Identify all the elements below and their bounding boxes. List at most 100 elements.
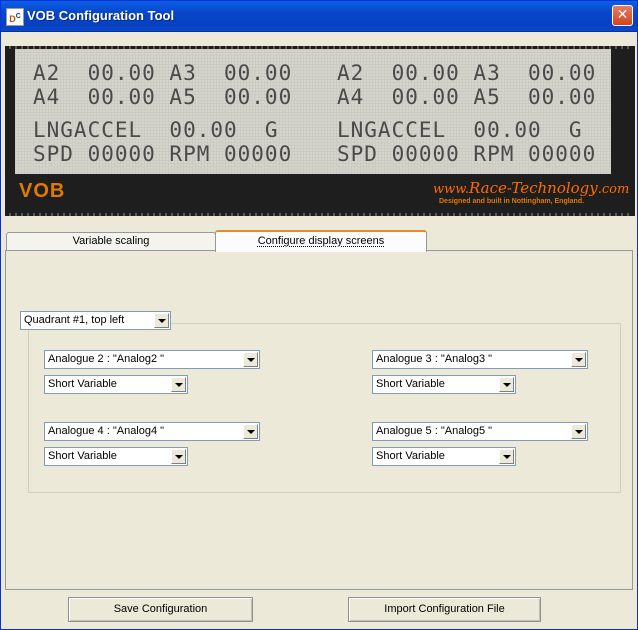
- frame-perforation: [603, 46, 605, 49]
- frame-perforation: [9, 213, 11, 216]
- chevron-down-icon[interactable]: [154, 313, 169, 328]
- frame-perforation: [357, 213, 359, 216]
- frame-perforation: [393, 213, 395, 216]
- frame-perforation: [483, 213, 485, 216]
- frame-perforation: [387, 46, 389, 49]
- lcd-line-4-right: SPD 00000 RPM 00000: [337, 142, 597, 166]
- format-select-slot-2-value: Short Variable: [376, 378, 445, 390]
- frame-perforation: [315, 213, 317, 216]
- frame-perforation: [573, 213, 575, 216]
- frame-perforation: [513, 46, 515, 49]
- tab-configure-display-screens-label: Configure display screens: [257, 235, 385, 247]
- app-window: DC VOB Configuration Tool ✕ A2 00.00 A3 …: [0, 0, 638, 630]
- vob-logo: VOB: [19, 180, 66, 202]
- frame-perforation: [363, 213, 365, 216]
- frame-perforation: [285, 46, 287, 49]
- frame-perforation: [147, 46, 149, 49]
- frame-perforation: [63, 213, 65, 216]
- frame-perforation: [579, 46, 581, 49]
- frame-perforation: [381, 46, 383, 49]
- channel-select-slot-1[interactable]: Analogue 2 : "Analog2 ": [44, 350, 260, 369]
- frame-perforation: [339, 46, 341, 49]
- frame-perforation: [225, 213, 227, 216]
- frame-perforation: [507, 46, 509, 49]
- frame-perforation: [345, 46, 347, 49]
- frame-perforation: [237, 46, 239, 49]
- format-select-slot-3-value: Short Variable: [48, 450, 117, 462]
- close-icon[interactable]: ✕: [612, 5, 633, 26]
- frame-perforation: [51, 46, 53, 49]
- frame-perforation: [309, 213, 311, 216]
- frame-perforation: [201, 46, 203, 49]
- frame-perforation: [267, 46, 269, 49]
- chevron-down-icon[interactable]: [571, 424, 586, 439]
- frame-perforation: [495, 46, 497, 49]
- quadrant-select[interactable]: Quadrant #1, top left: [20, 311, 171, 330]
- tab-variable-scaling[interactable]: Variable scaling: [6, 232, 216, 250]
- frame-perforation: [141, 46, 143, 49]
- frame-perforation: [471, 213, 473, 216]
- frame-perforation: [123, 213, 125, 216]
- frame-perforation: [129, 46, 131, 49]
- frame-perforation: [153, 46, 155, 49]
- chevron-down-icon[interactable]: [171, 449, 186, 464]
- import-configuration-file-button[interactable]: Import Configuration File: [348, 597, 541, 622]
- frame-perforation: [135, 213, 137, 216]
- chevron-down-icon[interactable]: [243, 352, 258, 367]
- frame-perforation: [399, 213, 401, 216]
- title-bar[interactable]: DC VOB Configuration Tool ✕: [1, 1, 637, 32]
- frame-perforation: [549, 46, 551, 49]
- frame-perforation: [381, 213, 383, 216]
- chevron-down-icon[interactable]: [171, 377, 186, 392]
- frame-perforation: [213, 46, 215, 49]
- channel-select-slot-4-value: Analogue 5 : "Analog5 ": [376, 425, 493, 437]
- frame-perforation: [399, 46, 401, 49]
- frame-perforation: [543, 46, 545, 49]
- frame-perforation: [501, 213, 503, 216]
- frame-perforation: [291, 213, 293, 216]
- frame-perforation: [81, 213, 83, 216]
- frame-perforation: [87, 46, 89, 49]
- url-main: Race-Technology: [468, 179, 598, 197]
- app-icon[interactable]: DC: [6, 8, 24, 26]
- frame-perforation: [345, 213, 347, 216]
- frame-perforation: [603, 213, 605, 216]
- frame-perforation: [615, 213, 617, 216]
- frame-perforation: [411, 213, 413, 216]
- frame-perforation: [525, 46, 527, 49]
- frame-perforation: [135, 46, 137, 49]
- chevron-down-icon[interactable]: [571, 352, 586, 367]
- frame-perforation: [237, 213, 239, 216]
- save-configuration-button[interactable]: Save Configuration: [68, 597, 253, 622]
- format-select-slot-1[interactable]: Short Variable: [44, 375, 188, 394]
- frame-perforation: [537, 213, 539, 216]
- frame-perforation: [219, 213, 221, 216]
- frame-perforation: [549, 213, 551, 216]
- frame-perforation: [75, 213, 77, 216]
- frame-perforation: [129, 213, 131, 216]
- frame-perforation: [45, 46, 47, 49]
- channel-select-slot-3[interactable]: Analogue 4 : "Analog4 ": [44, 422, 260, 441]
- frame-perforation: [525, 213, 527, 216]
- channel-select-slot-1-value: Analogue 2 : "Analog2 ": [48, 353, 165, 365]
- channel-select-slot-2[interactable]: Analogue 3 : "Analog3 ": [372, 350, 588, 369]
- frame-perforation: [327, 46, 329, 49]
- frame-perforation: [435, 46, 437, 49]
- frame-perforation: [555, 213, 557, 216]
- frame-perforation: [423, 213, 425, 216]
- lcd-line-2-left: A4 00.00 A5 00.00: [33, 85, 293, 109]
- chevron-down-icon[interactable]: [499, 377, 514, 392]
- frame-perforation: [303, 46, 305, 49]
- tab-configure-display-screens[interactable]: Configure display screens: [215, 230, 427, 252]
- frame-perforation: [327, 213, 329, 216]
- chevron-down-icon[interactable]: [243, 424, 258, 439]
- frame-perforation: [21, 46, 23, 49]
- format-select-slot-2[interactable]: Short Variable: [372, 375, 516, 394]
- frame-perforation: [441, 46, 443, 49]
- chevron-down-icon[interactable]: [499, 449, 514, 464]
- frame-perforation: [279, 213, 281, 216]
- channel-select-slot-4[interactable]: Analogue 5 : "Analog5 ": [372, 422, 588, 441]
- format-select-slot-4[interactable]: Short Variable: [372, 447, 516, 466]
- frame-perforation: [375, 46, 377, 49]
- format-select-slot-3[interactable]: Short Variable: [44, 447, 188, 466]
